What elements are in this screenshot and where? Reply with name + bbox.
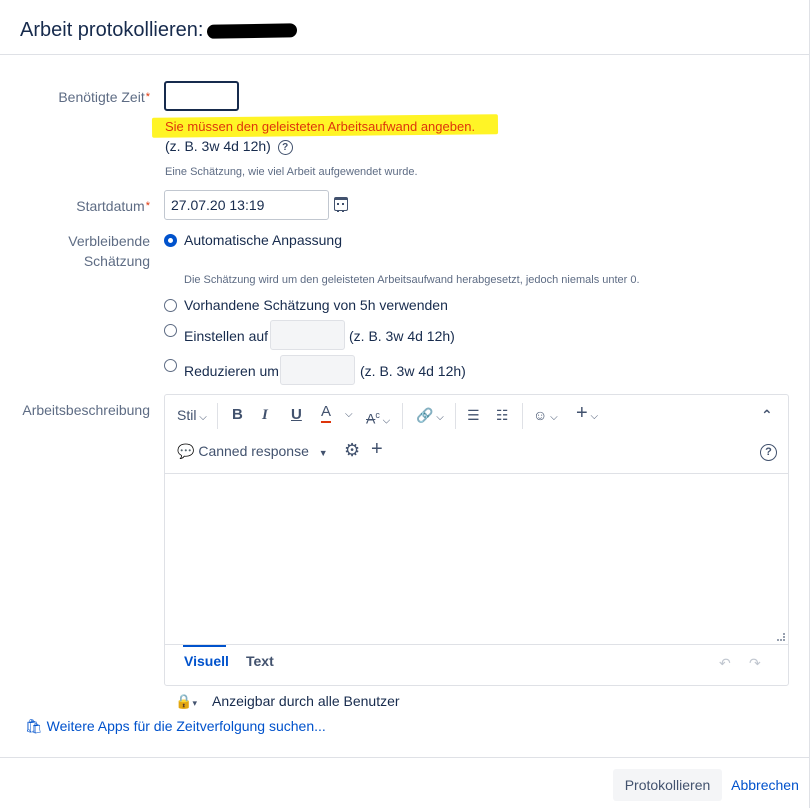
canned-response-label: Canned response [198, 443, 309, 459]
marketplace-icon: 🛍 [25, 718, 43, 734]
toolbar-divider [402, 403, 403, 429]
radio-auto-adjust[interactable] [164, 234, 177, 247]
help-icon: ? [760, 444, 777, 461]
redo-icon[interactable]: ↷ [749, 653, 761, 673]
dialog-header: Arbeit protokollieren: [0, 0, 810, 55]
toolbar-divider [455, 403, 456, 429]
start-date-input[interactable] [164, 190, 329, 220]
gear-icon[interactable]: ⚙ [344, 440, 360, 460]
time-spent-format-hint: (z. B. 3w 4d 12h) ? [165, 138, 293, 155]
editor-content-area[interactable] [165, 473, 788, 645]
style-label: Stil [177, 407, 197, 423]
time-spent-label: Benötigte Zeit* [0, 87, 150, 107]
help-icon[interactable]: ? [277, 140, 293, 155]
toolbar-divider [522, 403, 523, 429]
speech-bubble-icon: 💬 [177, 443, 195, 459]
toolbar-divider [217, 403, 218, 429]
resize-handle[interactable] [777, 633, 785, 641]
tab-text[interactable]: Text [246, 653, 274, 669]
remaining-estimate-label-2: Schätzung [83, 253, 150, 269]
time-spent-description: Eine Schätzung, wie viel Arbeit aufgewen… [165, 166, 418, 178]
visibility-dropdown[interactable]: 🔒▾ [175, 691, 197, 713]
format-hint-text: (z. B. 3w 4d 12h) [165, 138, 271, 154]
calendar-icon[interactable] [334, 197, 348, 212]
more-formatting-icon[interactable]: Ac ⌵ [366, 405, 390, 432]
auto-adjust-description: Die Schätzung wird um den geleisteten Ar… [184, 274, 640, 286]
visibility-label: Anzeigbar durch alle Benutzer [212, 693, 400, 709]
radio-set-to[interactable] [164, 324, 177, 337]
chevron-down-icon: ⌵ [196, 412, 207, 423]
radio-reduce-by-label: Reduzieren um [184, 363, 279, 379]
undo-icon[interactable]: ↶ [719, 653, 731, 673]
dialog-title: Arbeit protokollieren: [20, 19, 298, 42]
reduce-by-input[interactable] [280, 355, 355, 385]
radio-set-to-label: Einstellen auf [184, 328, 269, 344]
time-spent-input[interactable] [164, 81, 239, 111]
chevron-down-icon[interactable]: ⌵ [345, 405, 353, 425]
start-date-label: Startdatum* [0, 196, 150, 216]
required-mark: * [145, 200, 150, 212]
canned-response-dropdown[interactable]: 💬 Canned response ▼ [177, 441, 328, 463]
caret-down-icon: ▾ [192, 698, 197, 708]
more-apps-link-text: Weitere Apps für die Zeitverfolgung such… [46, 718, 326, 734]
tab-visual[interactable]: Visuell [184, 653, 229, 669]
underline-button[interactable]: U [291, 405, 302, 425]
plus-icon: + [576, 402, 588, 424]
radio-keep-estimate-label: Vorhandene Schätzung von 5h verwenden [184, 297, 448, 313]
italic-button[interactable]: I [262, 405, 268, 425]
collapse-toolbar-icon[interactable]: ⌃ [761, 405, 773, 425]
remaining-estimate-label-1: Verbleibende [68, 233, 150, 249]
active-tab-indicator [183, 645, 226, 647]
dialog-title-text: Arbeit protokollieren: [20, 19, 204, 41]
set-to-input[interactable] [270, 320, 345, 350]
rich-text-editor: Stil ⌵ B I U A ⌵ Ac ⌵ 🔗 ⌵ ☰ ☷ ☺ ⌵ + ⌵ ⌃ … [164, 394, 789, 686]
bullet-list-icon[interactable]: ☰ [467, 405, 480, 425]
caret-down-icon: ▼ [318, 448, 328, 458]
radio-keep-estimate[interactable] [164, 299, 177, 312]
redacted-issue-key [207, 22, 298, 39]
lock-icon: 🔒 [175, 693, 193, 709]
start-date-label-text: Startdatum [76, 198, 145, 214]
time-spent-error: Sie müssen den geleisteten Arbeitsaufwan… [165, 119, 476, 134]
log-work-button[interactable]: Protokollieren [613, 769, 722, 801]
work-description-label: Arbeitsbeschreibung [22, 402, 150, 418]
bold-button[interactable]: B [232, 405, 243, 425]
editor-help-button[interactable]: ? [757, 441, 777, 461]
required-mark: * [145, 91, 150, 103]
text-color-button[interactable]: A [321, 403, 332, 423]
numbered-list-icon[interactable]: ☷ [496, 405, 509, 425]
reduce-by-hint: (z. B. 3w 4d 12h) [360, 363, 466, 379]
emoji-icon[interactable]: ☺ ⌵ [533, 405, 558, 428]
radio-reduce-by[interactable] [164, 359, 177, 372]
insert-more-button[interactable]: + ⌵ [576, 403, 598, 427]
more-apps-link[interactable]: 🛍 Weitere Apps für die Zeitverfolgung su… [25, 718, 326, 735]
link-icon[interactable]: 🔗 ⌵ [416, 405, 444, 428]
log-work-dialog: Arbeit protokollieren: Benötigte Zeit* S… [0, 0, 810, 808]
set-to-hint: (z. B. 3w 4d 12h) [349, 328, 455, 344]
radio-auto-adjust-label: Automatische Anpassung [184, 232, 342, 248]
cancel-button[interactable]: Abbrechen [728, 769, 802, 801]
time-spent-label-text: Benötigte Zeit [58, 89, 145, 105]
style-dropdown[interactable]: Stil ⌵ [177, 405, 207, 428]
add-canned-response-button[interactable]: + [371, 439, 383, 459]
